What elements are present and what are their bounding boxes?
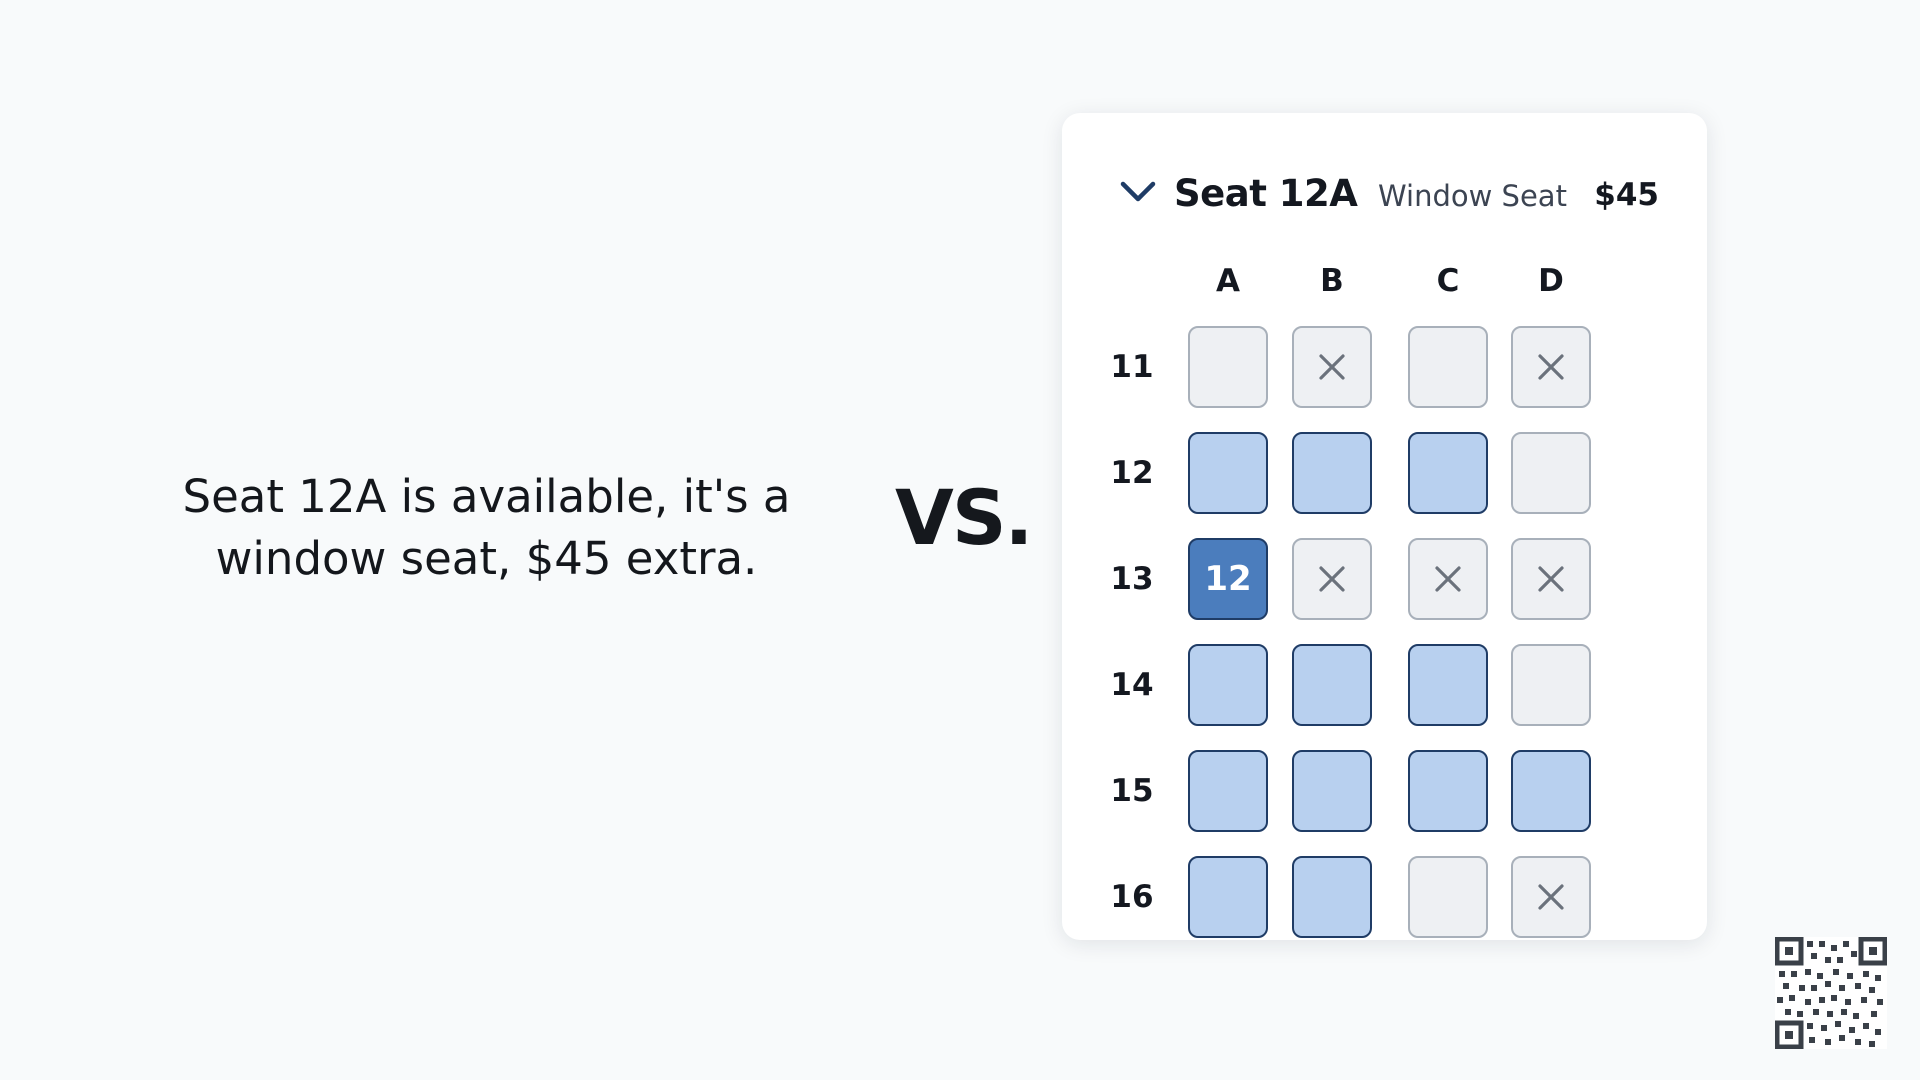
column-label-c: C bbox=[1436, 263, 1460, 299]
statement-text: Seat 12A is available, it's a window sea… bbox=[130, 466, 843, 590]
seat-selection-panel: Seat 12A Window Seat $45 A B C D 11 12 13 12 14 1… bbox=[1062, 113, 1707, 940]
seat-15c-available[interactable] bbox=[1408, 750, 1488, 832]
seat-11a-empty[interactable] bbox=[1188, 326, 1268, 408]
seat-16a-available[interactable] bbox=[1188, 856, 1268, 938]
close-icon bbox=[1536, 564, 1566, 594]
column-label-d: D bbox=[1538, 263, 1564, 299]
vs-label: VS. bbox=[895, 473, 1033, 562]
close-icon bbox=[1433, 564, 1463, 594]
seat-14a-available[interactable] bbox=[1188, 644, 1268, 726]
qr-code-icon bbox=[1775, 937, 1887, 1049]
close-icon bbox=[1536, 882, 1566, 912]
close-icon bbox=[1317, 564, 1347, 594]
seat-12d-empty[interactable] bbox=[1511, 432, 1591, 514]
seat-11b-occupied bbox=[1292, 326, 1372, 408]
seat-price: $45 bbox=[1594, 177, 1659, 213]
row-label-14: 14 bbox=[1110, 667, 1154, 703]
column-label-a: A bbox=[1216, 263, 1240, 299]
close-icon bbox=[1536, 352, 1566, 382]
seat-12c-available[interactable] bbox=[1408, 432, 1488, 514]
statement-line-2: window seat, $45 extra. bbox=[215, 532, 758, 585]
seat-15d-available[interactable] bbox=[1511, 750, 1591, 832]
seat-12a-available[interactable] bbox=[1188, 432, 1268, 514]
row-label-12: 12 bbox=[1110, 455, 1154, 491]
chevron-down-icon[interactable] bbox=[1118, 173, 1158, 213]
seat-15a-available[interactable] bbox=[1188, 750, 1268, 832]
seat-13c-occupied bbox=[1408, 538, 1488, 620]
seat-11c-empty[interactable] bbox=[1408, 326, 1488, 408]
seat-16d-occupied bbox=[1511, 856, 1591, 938]
seat-11d-occupied bbox=[1511, 326, 1591, 408]
seat-13b-occupied bbox=[1292, 538, 1372, 620]
seat-type-label: Window Seat bbox=[1378, 179, 1567, 213]
seat-14b-available[interactable] bbox=[1292, 644, 1372, 726]
row-label-16: 16 bbox=[1110, 879, 1154, 915]
seat-16c-empty[interactable] bbox=[1408, 856, 1488, 938]
seat-13d-occupied bbox=[1511, 538, 1591, 620]
close-icon bbox=[1317, 352, 1347, 382]
statement-line-1: Seat 12A is available, it's a bbox=[182, 470, 791, 523]
row-label-13: 13 bbox=[1110, 561, 1154, 597]
column-label-b: B bbox=[1320, 263, 1344, 299]
seat-12b-available[interactable] bbox=[1292, 432, 1372, 514]
seat-number-label: 12 bbox=[1204, 559, 1252, 599]
seat-14c-available[interactable] bbox=[1408, 644, 1488, 726]
seat-16b-available[interactable] bbox=[1292, 856, 1372, 938]
selected-seat-title: Seat 12A bbox=[1174, 172, 1358, 215]
seat-13a-selected[interactable]: 12 bbox=[1188, 538, 1268, 620]
row-label-11: 11 bbox=[1110, 349, 1154, 385]
row-label-15: 15 bbox=[1110, 773, 1154, 809]
seat-15b-available[interactable] bbox=[1292, 750, 1372, 832]
seat-14d-empty[interactable] bbox=[1511, 644, 1591, 726]
